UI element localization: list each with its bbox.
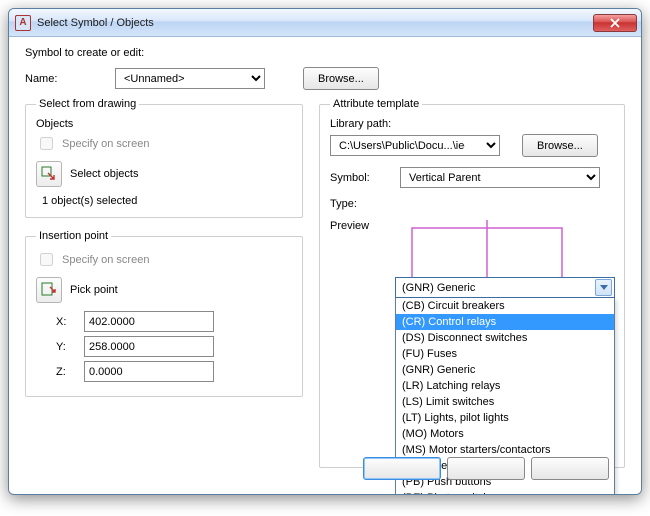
- window-title: Select Symbol / Objects: [37, 17, 154, 29]
- help-button[interactable]: [531, 457, 609, 480]
- specify-objects-checkbox[interactable]: Specify on screen: [36, 134, 292, 153]
- type-option[interactable]: (PE) Photo switches: [396, 490, 614, 495]
- specify-point-input[interactable]: [40, 253, 53, 266]
- library-browse-button[interactable]: Browse...: [522, 134, 598, 157]
- preview-label: Preview: [330, 220, 400, 232]
- chevron-down-icon[interactable]: [595, 279, 612, 296]
- type-option[interactable]: (CR) Control relays: [396, 314, 614, 330]
- cancel-button[interactable]: [447, 457, 525, 480]
- titlebar[interactable]: Select Symbol / Objects: [9, 9, 641, 37]
- pick-point-label: Pick point: [70, 284, 118, 296]
- pick-point-icon: [41, 282, 57, 298]
- objects-label: Objects: [36, 118, 292, 130]
- select-objects-icon: [41, 166, 57, 182]
- type-option[interactable]: (MS) Motor starters/contactors: [396, 442, 614, 458]
- y-input[interactable]: [84, 336, 214, 357]
- type-selected-text: (GNR) Generic: [402, 282, 475, 294]
- type-option[interactable]: (LT) Lights, pilot lights: [396, 410, 614, 426]
- type-option[interactable]: (LS) Limit switches: [396, 394, 614, 410]
- z-label: Z:: [56, 366, 74, 378]
- pick-point-button[interactable]: [36, 277, 62, 303]
- y-label: Y:: [56, 341, 74, 353]
- type-option[interactable]: (CB) Circuit breakers: [396, 298, 614, 314]
- ok-button[interactable]: [363, 457, 441, 480]
- name-browse-button[interactable]: Browse...: [303, 67, 379, 90]
- name-label: Name:: [25, 73, 115, 85]
- library-path-label: Library path:: [330, 118, 614, 130]
- insertion-point-legend: Insertion point: [36, 230, 111, 242]
- type-option[interactable]: (MO) Motors: [396, 426, 614, 442]
- attribute-template-legend: Attribute template: [330, 98, 422, 110]
- close-icon: [610, 18, 620, 28]
- select-from-drawing-group: Select from drawing Objects Specify on s…: [25, 98, 303, 218]
- x-label: X:: [56, 316, 74, 328]
- header-label: Symbol to create or edit:: [25, 47, 625, 59]
- specify-point-checkbox[interactable]: Specify on screen: [36, 250, 292, 269]
- select-objects-label: Select objects: [70, 168, 138, 180]
- specify-objects-input[interactable]: [40, 137, 53, 150]
- symbol-select[interactable]: Vertical Parent: [400, 167, 600, 188]
- type-option[interactable]: (DS) Disconnect switches: [396, 330, 614, 346]
- insertion-point-group: Insertion point Specify on screen Pick p: [25, 230, 303, 397]
- x-input[interactable]: [84, 311, 214, 332]
- select-objects-button[interactable]: [36, 161, 62, 187]
- select-from-drawing-legend: Select from drawing: [36, 98, 139, 110]
- type-option[interactable]: (GNR) Generic: [396, 362, 614, 378]
- type-option[interactable]: (LR) Latching relays: [396, 378, 614, 394]
- symbol-label: Symbol:: [330, 172, 400, 184]
- objects-selected-text: 1 object(s) selected: [42, 195, 292, 207]
- specify-point-label: Specify on screen: [62, 254, 149, 266]
- dialog-window: Select Symbol / Objects Symbol to create…: [8, 8, 642, 495]
- specify-objects-label: Specify on screen: [62, 138, 149, 150]
- close-button[interactable]: [593, 14, 637, 32]
- app-icon: [15, 15, 31, 31]
- name-select[interactable]: <Unnamed>: [115, 68, 265, 89]
- dialog-buttons: [363, 457, 609, 480]
- type-label: Type:: [330, 198, 400, 210]
- type-combo-display[interactable]: (GNR) Generic: [395, 277, 615, 298]
- type-option[interactable]: (FU) Fuses: [396, 346, 614, 362]
- z-input[interactable]: [84, 361, 214, 382]
- library-path-select[interactable]: C:\Users\Public\Docu...\iec2: [330, 135, 500, 156]
